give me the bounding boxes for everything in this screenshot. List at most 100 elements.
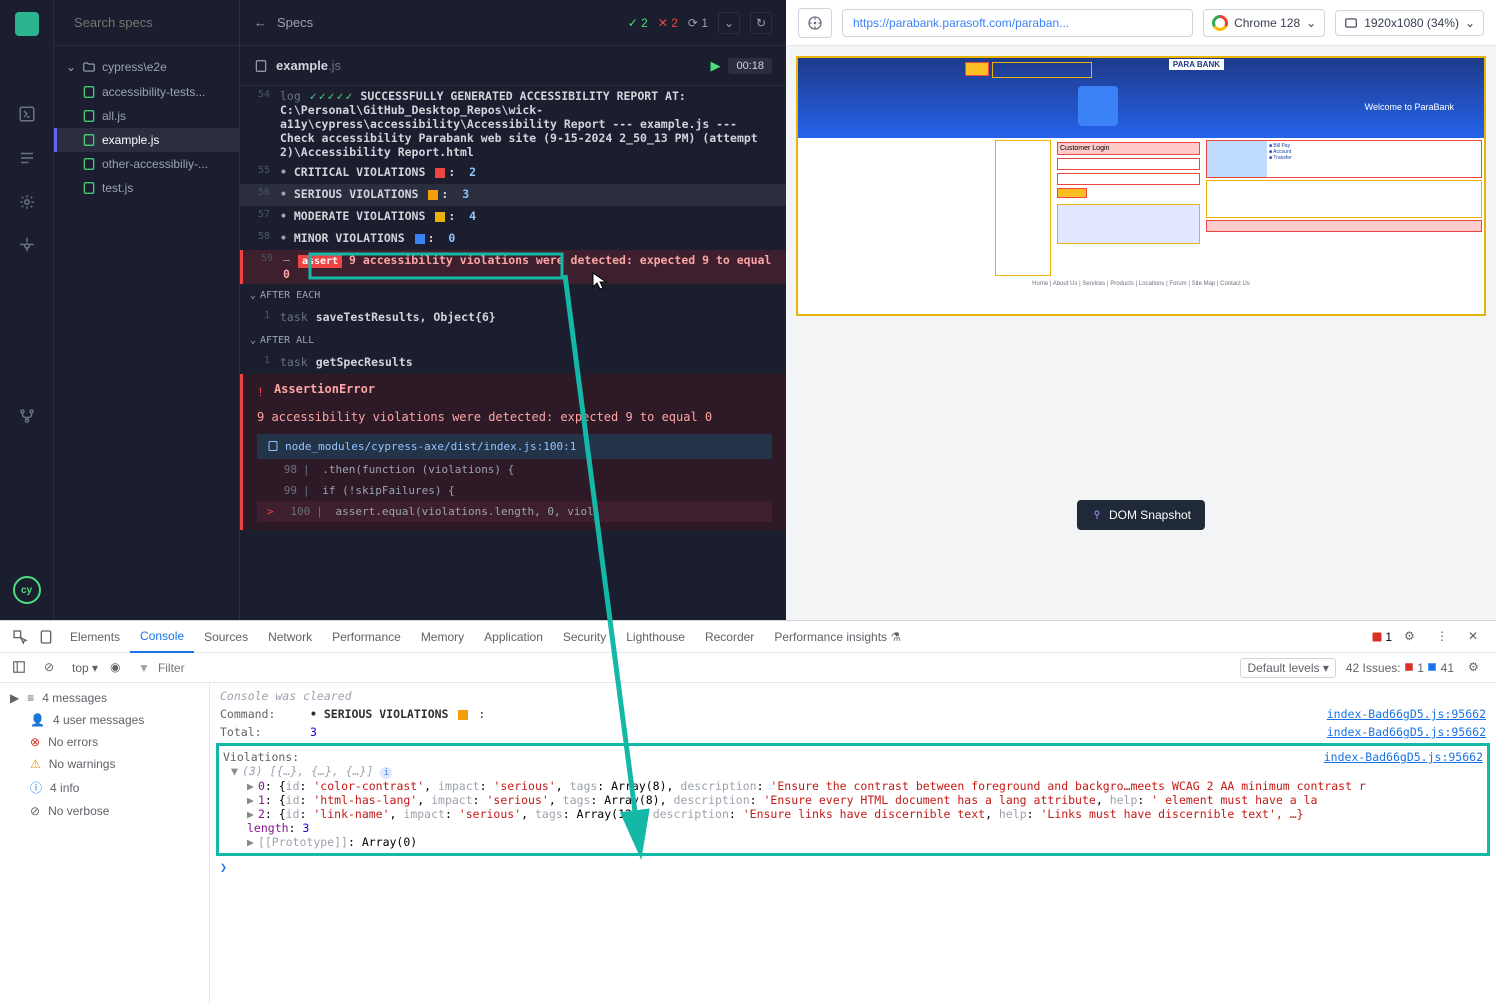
expand-messages[interactable]: ▶≡4 messages: [0, 687, 209, 709]
source-link[interactable]: index-Bad66gD5.js:95662: [1327, 725, 1486, 739]
folder-label: cypress\e2e: [102, 60, 167, 74]
devtools-tab-performance[interactable]: Performance: [322, 621, 411, 653]
log-line-57[interactable]: 57• MODERATE VIOLATIONS : 4: [240, 206, 786, 228]
source-link[interactable]: index-Bad66gD5.js:95662: [1327, 707, 1486, 721]
devtools-tab-memory[interactable]: Memory: [411, 621, 474, 653]
console-cleared: Console was cleared: [220, 689, 352, 703]
chrome-icon: [1212, 15, 1228, 31]
violations-label: Violations:: [223, 750, 313, 764]
devtools-tab-security[interactable]: Security: [553, 621, 616, 653]
log-line-55[interactable]: 55• CRITICAL VIOLATIONS : 2: [240, 162, 786, 184]
sidebar-toggle-icon[interactable]: [12, 660, 28, 676]
issues-badge[interactable]: 42 Issues: 1 41: [1346, 661, 1454, 675]
sidebar-verbose[interactable]: ⊘No verbose: [0, 800, 209, 822]
log-line-56[interactable]: 56• SERIOUS VIOLATIONS : 3: [240, 184, 786, 206]
pin-icon: [1091, 509, 1103, 521]
console-prompt[interactable]: ❯: [210, 858, 1496, 876]
devtools-tab-sources[interactable]: Sources: [194, 621, 258, 653]
console-total-line[interactable]: Total:3index-Bad66gD5.js:95662: [210, 723, 1496, 741]
close-icon[interactable]: ✕: [1468, 629, 1484, 645]
devtools-tab-performance insights[interactable]: Performance insights ⚗: [764, 621, 911, 653]
violations-box: Violations: index-Bad66gD5.js:95662 ▼ (3) …: [216, 743, 1490, 856]
context-selector[interactable]: top ▾: [72, 661, 98, 675]
branches-icon[interactable]: [17, 406, 37, 426]
spec-file-4[interactable]: test.js: [54, 176, 239, 200]
devtools-tab-network[interactable]: Network: [258, 621, 322, 653]
devtools-tab-application[interactable]: Application: [474, 621, 553, 653]
source-link[interactable]: index-Bad66gD5.js:95662: [1324, 750, 1483, 764]
back-icon[interactable]: ←: [254, 15, 267, 30]
spec-label: accessibility-tests...: [102, 85, 205, 99]
filter-icon: ▼: [138, 661, 150, 675]
runs-icon[interactable]: [17, 104, 37, 124]
site-preview[interactable]: PARA BANK Welcome to ParaBank Customer L…: [796, 56, 1486, 316]
site-welcome: Welcome to ParaBank: [1365, 102, 1454, 112]
after-all-line[interactable]: 1taskgetSpecResults: [240, 352, 786, 374]
folder-cypress-e2e[interactable]: ⌄ cypress\e2e: [54, 54, 239, 80]
devtools-tab-recorder[interactable]: Recorder: [695, 621, 764, 653]
preview-panel: https://parabank.parasoft.com/paraban...…: [786, 0, 1496, 620]
sidebar-warn[interactable]: ⚠No warnings: [0, 753, 209, 775]
play-icon[interactable]: ▶: [710, 58, 720, 74]
code-line: > 100| assert.equal(violations.length, 0…: [257, 501, 772, 522]
chevron-down-icon[interactable]: ⌄: [718, 12, 740, 34]
array-summary: (3) [{…}, {…}, {…}]: [242, 764, 374, 778]
spec-label: example.js: [102, 133, 159, 147]
file-icon: [82, 181, 96, 195]
eye-icon[interactable]: ◉: [110, 660, 126, 676]
console-command-line[interactable]: Command:• SERIOUS VIOLATIONS :index-Bad6…: [210, 705, 1496, 723]
expand-icon[interactable]: ▶: [247, 835, 254, 849]
error-box: !AssertionError 9 accessibility violatio…: [240, 374, 786, 530]
command-log: 54 log✓✓✓✓✓ SUCCESSFULLY GENERATED ACCES…: [240, 86, 786, 620]
sidebar-err[interactable]: ⊗No errors: [0, 731, 209, 753]
file-icon: [82, 133, 96, 147]
refresh-button[interactable]: ↻: [750, 12, 772, 34]
gear-icon[interactable]: ⚙: [1404, 629, 1420, 645]
devtools: ElementsConsoleSourcesNetworkPerformance…: [0, 620, 1496, 1004]
errors-badge[interactable]: 1: [1371, 630, 1392, 644]
device-icon[interactable]: [38, 629, 54, 645]
browser-selector[interactable]: Chrome 128⌄: [1203, 9, 1325, 37]
viewport-icon: [1344, 16, 1358, 30]
dom-snapshot-badge[interactable]: DOM Snapshot: [1077, 500, 1205, 530]
gear-icon[interactable]: ⚙: [1468, 660, 1484, 676]
violation-item-2[interactable]: ▶2: {id: 'link-name', impact: 'serious',…: [223, 807, 1483, 821]
error-file-link[interactable]: node_modules/cypress-axe/dist/index.js:1…: [257, 434, 772, 459]
clear-icon[interactable]: ⊘: [44, 660, 60, 676]
search-input[interactable]: [74, 15, 250, 30]
log-line-58[interactable]: 58• MINOR VIOLATIONS : 0: [240, 228, 786, 250]
specs-icon[interactable]: [17, 148, 37, 168]
error-message: 9 accessibility violations were detected…: [257, 410, 772, 424]
after-each-header[interactable]: ⌄AFTER EACH: [240, 284, 786, 307]
expand-icon[interactable]: ▼: [231, 764, 238, 778]
chevron-down-icon: ⌄: [250, 290, 256, 301]
devtools-tab-console[interactable]: Console: [130, 621, 194, 653]
after-all-header[interactable]: ⌄AFTER ALL: [240, 329, 786, 352]
viewport-selector[interactable]: 1920x1080 (34%)⌄: [1335, 10, 1484, 36]
devtools-tab-elements[interactable]: Elements: [60, 621, 130, 653]
after-each-line[interactable]: 1tasksaveTestResults, Object{6}: [240, 307, 786, 329]
more-icon[interactable]: ⋮: [1436, 629, 1452, 645]
log-line-54[interactable]: 54 log✓✓✓✓✓ SUCCESSFULLY GENERATED ACCES…: [240, 86, 786, 162]
spec-file-0[interactable]: accessibility-tests...: [54, 80, 239, 104]
time-badge: 00:18: [728, 58, 772, 74]
sidebar-user[interactable]: 👤4 user messages: [0, 709, 209, 731]
violation-item-0[interactable]: ▶0: {id: 'color-contrast', impact: 'seri…: [223, 779, 1483, 793]
inspect-icon[interactable]: [12, 629, 28, 645]
spec-file-2[interactable]: example.js: [54, 128, 239, 152]
violation-item-1[interactable]: ▶1: {id: 'html-has-lang', impact: 'serio…: [223, 793, 1483, 807]
sidebar-info[interactable]: ⓘ4 info: [0, 775, 209, 800]
debug-icon[interactable]: [17, 192, 37, 212]
url-bar[interactable]: https://parabank.parasoft.com/paraban...: [842, 9, 1193, 37]
nav-rail: cy: [0, 0, 54, 620]
spec-file-1[interactable]: all.js: [54, 104, 239, 128]
levels-selector[interactable]: Default levels ▾: [1240, 658, 1335, 678]
settings-icon[interactable]: [17, 236, 37, 256]
log-line-assert[interactable]: 59 –assert 9 accessibility violations we…: [240, 250, 786, 284]
chevron-down-icon: ⌄: [1306, 16, 1316, 30]
chevron-down-icon: ⌄: [66, 60, 76, 74]
spec-file-3[interactable]: other-accessibiliy-...: [54, 152, 239, 176]
selector-playground-button[interactable]: [798, 8, 832, 38]
devtools-tab-lighthouse[interactable]: Lighthouse: [616, 621, 695, 653]
filter-input[interactable]: [158, 661, 1233, 675]
